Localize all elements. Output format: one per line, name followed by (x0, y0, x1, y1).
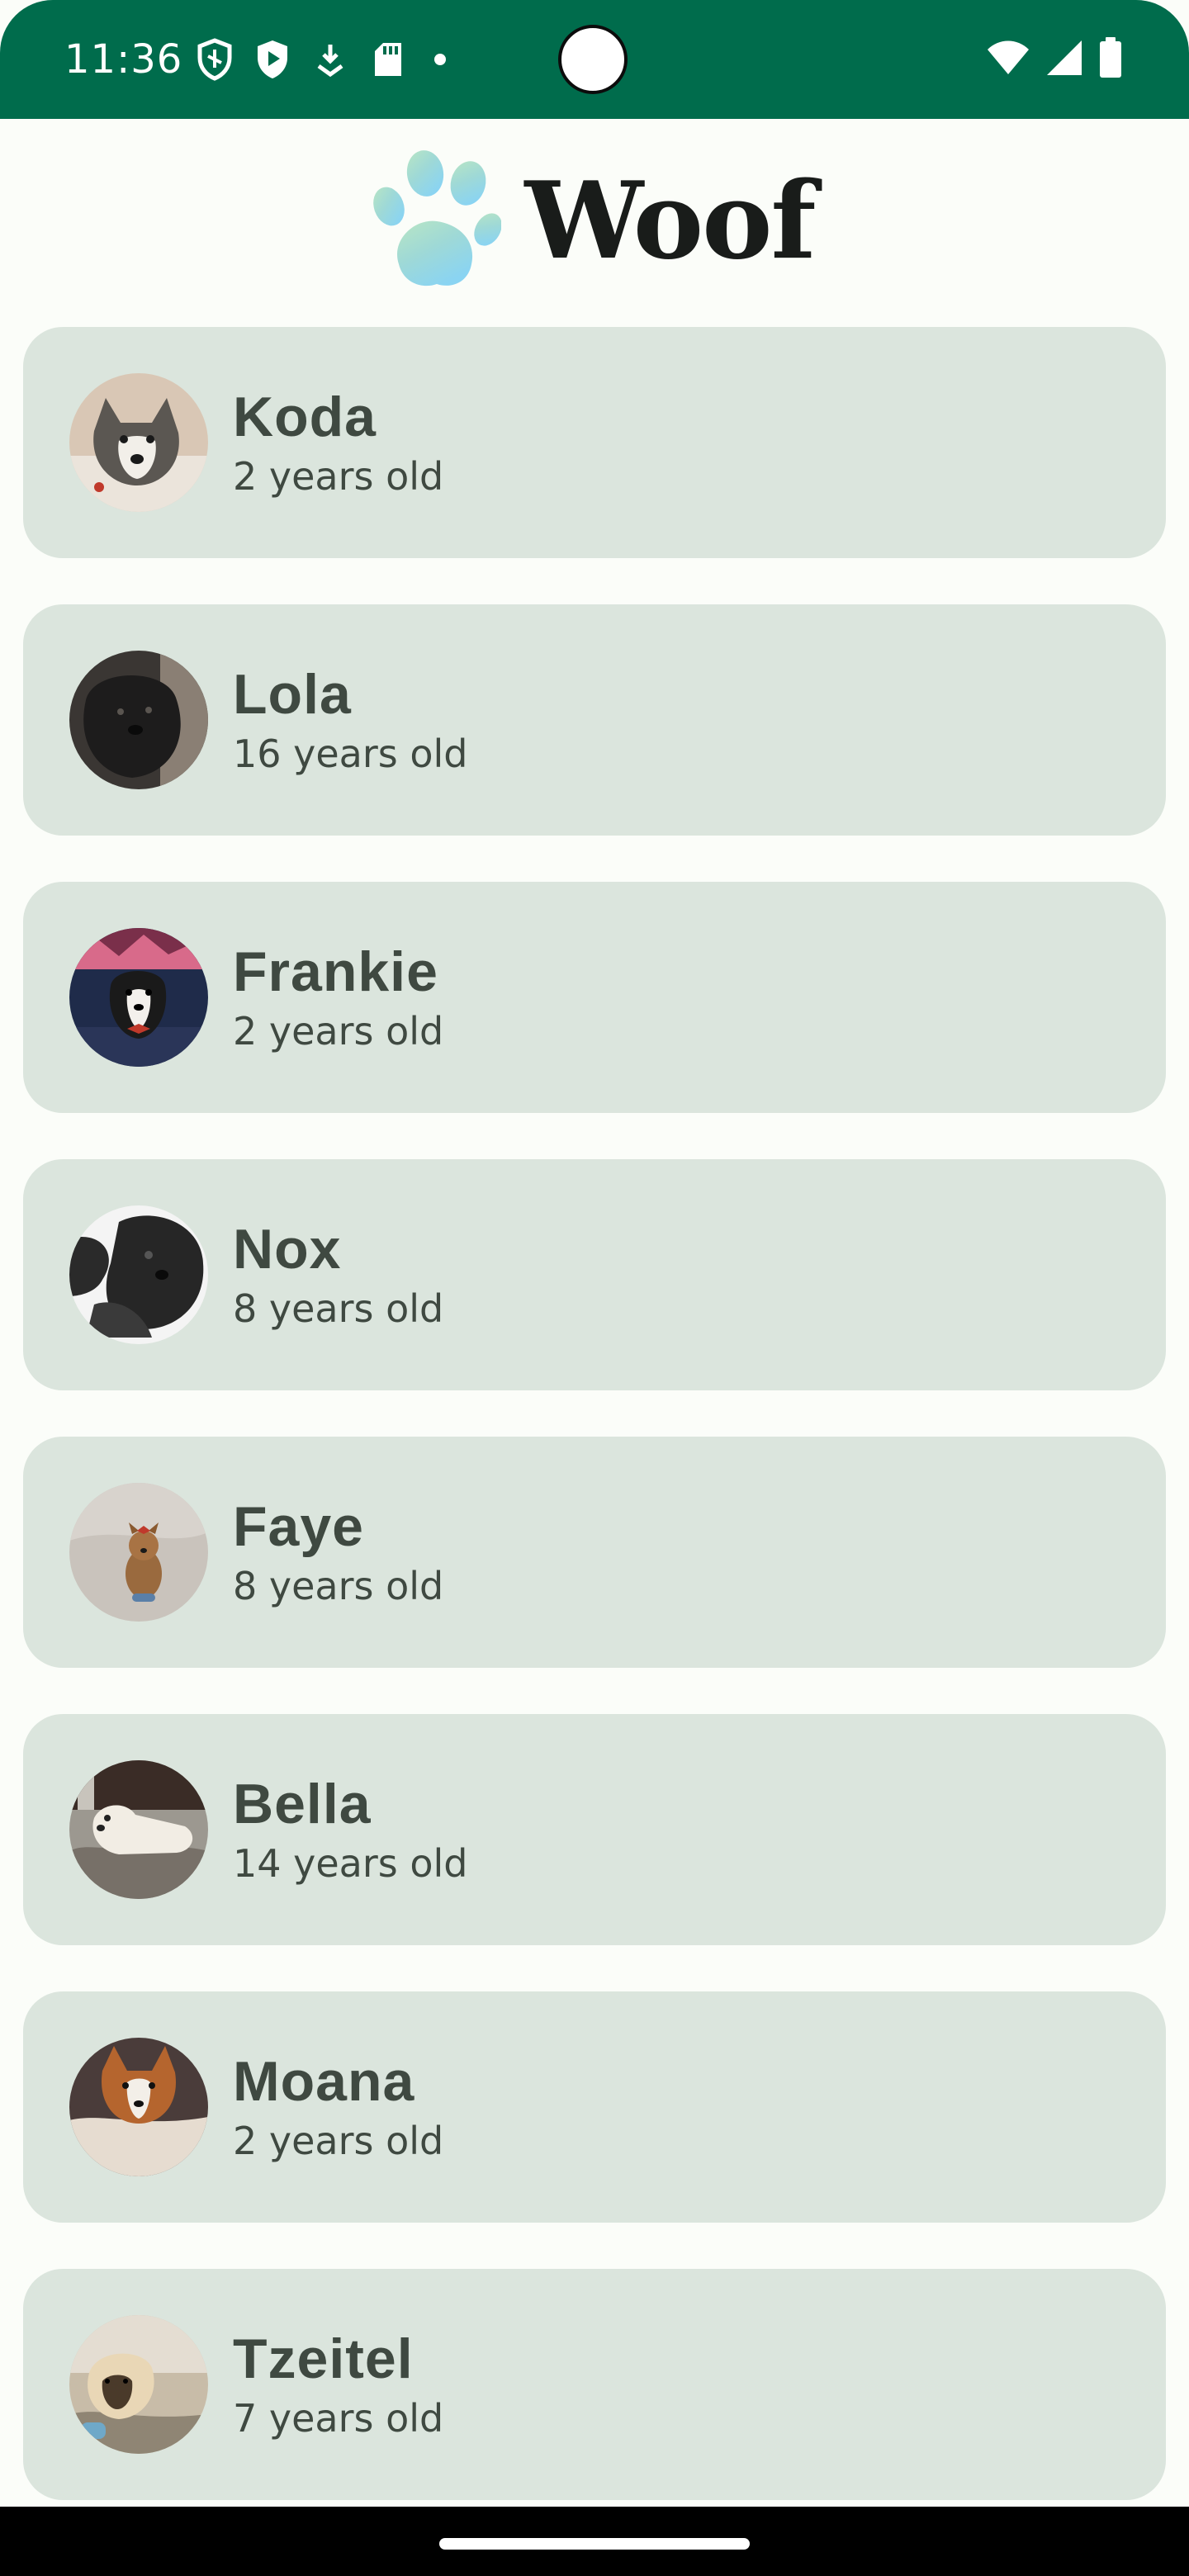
top-app-bar: Woof (0, 119, 1189, 324)
dog-photo-nox (69, 1205, 208, 1344)
dog-age: 8 years old (233, 1564, 444, 1608)
vpn-shield-icon (195, 36, 234, 83)
dog-info: Koda 2 years old (233, 384, 443, 501)
dog-name: Lola (233, 663, 352, 726)
dog-info: Bella 14 years old (233, 1771, 468, 1888)
dog-info: Frankie 2 years old (233, 939, 443, 1056)
dog-info: Tzeitel 7 years old (233, 2326, 443, 2443)
dog-age: 14 years old (233, 1841, 468, 1886)
sd-card-icon (368, 36, 408, 83)
play-protect-icon (253, 36, 292, 83)
dog-age: 8 years old (233, 1286, 444, 1331)
app-logo: Woof (366, 149, 817, 295)
dog-info: Nox 8 years old (233, 1216, 443, 1333)
status-icons-left (195, 36, 446, 83)
dog-card-frankie[interactable]: Frankie 2 years old (23, 882, 1166, 1113)
dog-card-koda[interactable]: Koda 2 years old (23, 327, 1166, 558)
dog-info: Moana 2 years old (233, 2048, 443, 2166)
dog-age: 2 years old (233, 454, 444, 499)
dog-name: Tzeitel (233, 2327, 414, 2390)
dog-card-bella[interactable]: Bella 14 years old (23, 1714, 1166, 1945)
app-title: Woof (524, 159, 816, 283)
status-icons-right (986, 36, 1123, 83)
dog-photo-lola (69, 651, 208, 789)
dog-card-tzeitel[interactable]: Tzeitel 7 years old (23, 2269, 1166, 2500)
wifi-icon (986, 40, 1030, 80)
status-time: 11:36 (64, 36, 183, 83)
download-icon (310, 36, 350, 83)
navigation-bar (0, 2507, 1189, 2576)
dog-info: Lola 16 years old (233, 661, 468, 779)
dog-photo-faye (69, 1483, 208, 1622)
dog-list[interactable]: Koda 2 years old Lola 16 years old Frank… (23, 327, 1166, 2546)
dog-photo-tzeitel (69, 2315, 208, 2454)
dog-name: Bella (233, 1773, 372, 1835)
dog-card-nox[interactable]: Nox 8 years old (23, 1159, 1166, 1390)
dog-age: 2 years old (233, 2119, 444, 2163)
camera-cutout (558, 25, 628, 94)
dog-age: 2 years old (233, 1009, 444, 1054)
dog-age: 7 years old (233, 2396, 444, 2441)
dog-photo-frankie (69, 928, 208, 1067)
cell-signal-icon (1045, 39, 1083, 81)
dog-info: Faye 8 years old (233, 1494, 443, 1611)
notification-dot-icon (434, 54, 446, 65)
app-screen: 11:36 Woof Koda 2 years old Lola 16 year… (0, 0, 1189, 2576)
dog-name: Frankie (233, 940, 438, 1003)
status-bar: 11:36 (0, 0, 1189, 119)
dog-name: Koda (233, 386, 377, 448)
dog-name: Faye (233, 1495, 364, 1558)
dog-age: 16 years old (233, 732, 468, 776)
home-gesture-handle[interactable] (439, 2538, 750, 2550)
dog-photo-koda (69, 373, 208, 512)
paw-icon (366, 149, 503, 295)
dog-card-faye[interactable]: Faye 8 years old (23, 1437, 1166, 1668)
dog-name: Moana (233, 2050, 415, 2113)
battery-icon (1098, 36, 1123, 83)
dog-card-lola[interactable]: Lola 16 years old (23, 604, 1166, 836)
dog-photo-moana (69, 2038, 208, 2176)
dog-card-moana[interactable]: Moana 2 years old (23, 1991, 1166, 2223)
dog-photo-bella (69, 1760, 208, 1899)
dog-name: Nox (233, 1218, 342, 1281)
